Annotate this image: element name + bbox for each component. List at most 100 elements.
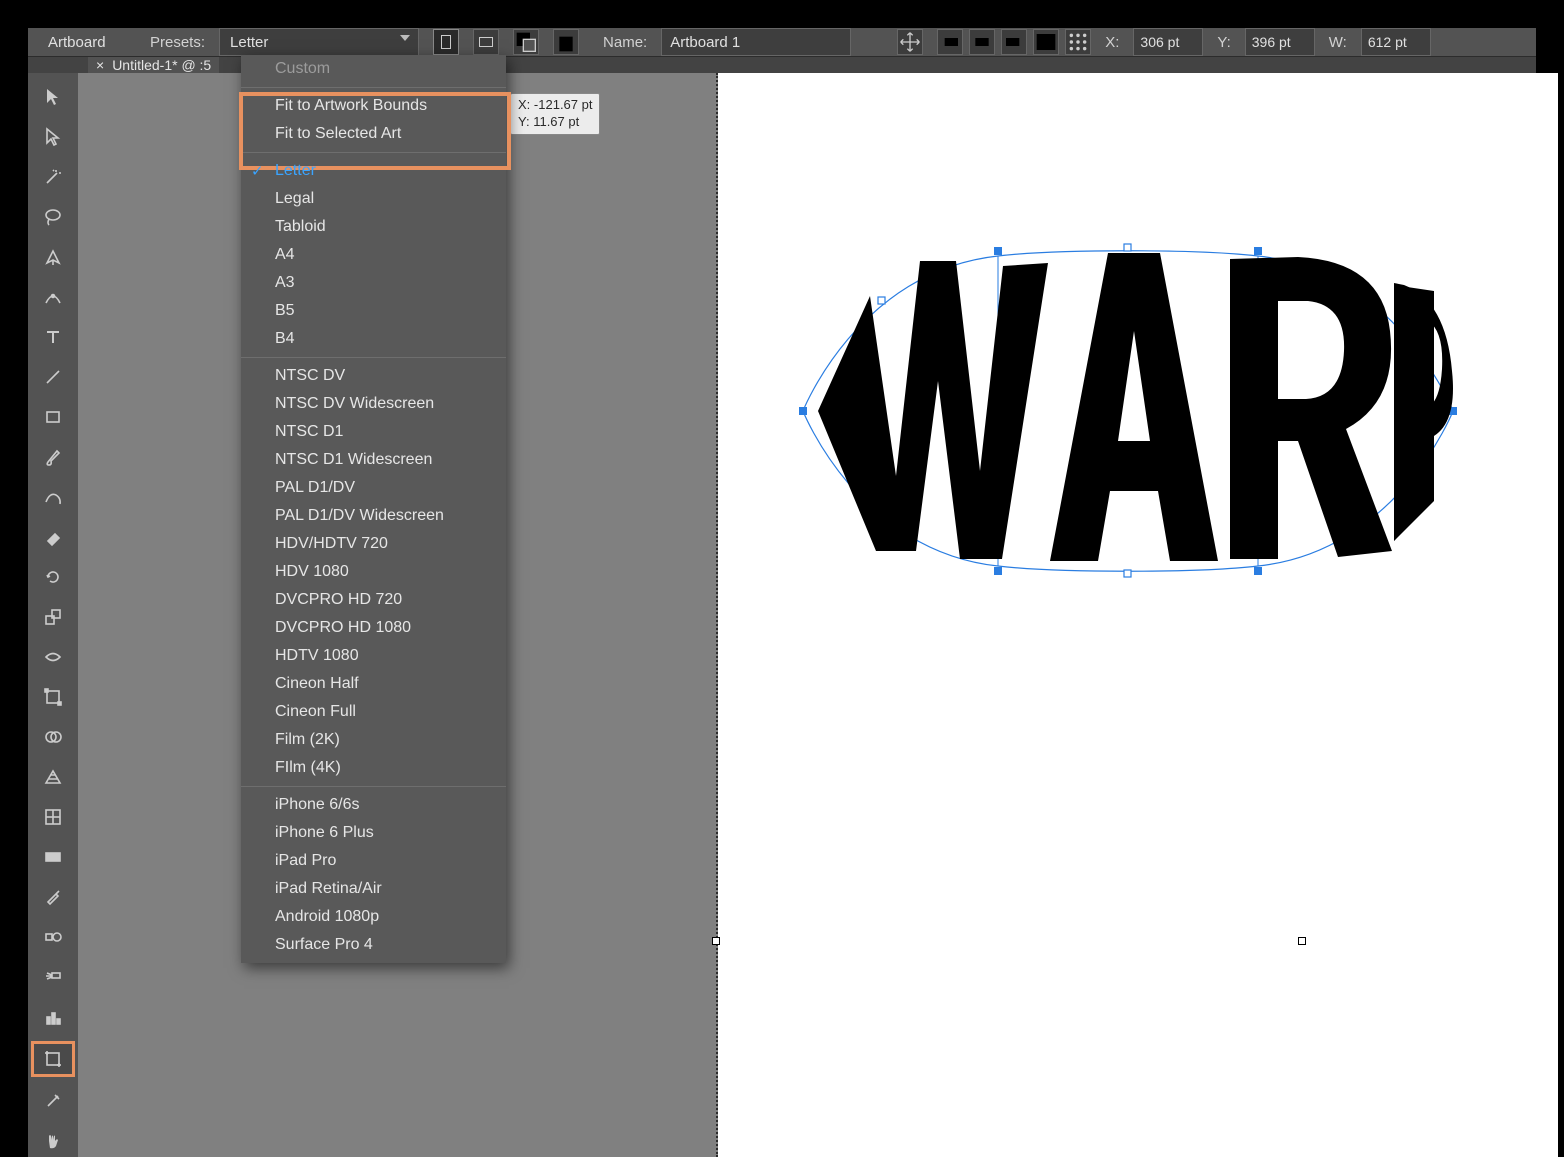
rectangle-tool[interactable] [37, 401, 69, 433]
dd-item-label: NTSC D1 [275, 423, 343, 440]
dd-item[interactable]: FIlm (4K) [241, 754, 506, 782]
magic-wand-tool[interactable] [37, 161, 69, 193]
x-input[interactable] [1133, 28, 1203, 56]
dd-item-label: HDTV 1080 [275, 647, 359, 664]
dd-item[interactable]: DVCPRO HD 720 [241, 586, 506, 614]
dd-item[interactable]: iPhone 6 Plus [241, 819, 506, 847]
line-tool[interactable] [37, 361, 69, 393]
dd-item[interactable]: Android 1080p [241, 903, 506, 931]
dd-item[interactable]: NTSC D1 Widescreen [241, 446, 506, 474]
align-hcenter-button[interactable] [969, 29, 995, 55]
artboard-name-input[interactable] [661, 28, 851, 56]
dd-item[interactable]: NTSC DV [241, 362, 506, 390]
align-group [937, 29, 1091, 55]
dd-item-label: Android 1080p [275, 908, 379, 925]
dd-item-fit-selected[interactable]: Fit to Selected Art [241, 120, 506, 148]
paintbrush-tool[interactable] [37, 441, 69, 473]
dd-item[interactable]: Tabloid [241, 213, 506, 241]
dd-item[interactable]: DVCPRO HD 1080 [241, 614, 506, 642]
rotate-tool[interactable] [37, 561, 69, 593]
portrait-icon [441, 35, 451, 49]
dd-item[interactable]: ✓Letter [241, 157, 506, 185]
eraser-tool[interactable] [37, 521, 69, 553]
divider [241, 87, 506, 88]
dd-item-label: HDV/HDTV 720 [275, 535, 388, 552]
dd-item[interactable]: NTSC DV Widescreen [241, 390, 506, 418]
artboard-page[interactable] [718, 73, 1558, 1157]
tip-x-label: X: [518, 97, 530, 112]
page-handle[interactable] [1298, 937, 1306, 945]
divider [241, 786, 506, 787]
y-input[interactable] [1245, 28, 1315, 56]
dd-item-label: DVCPRO HD 1080 [275, 619, 411, 636]
free-transform-tool[interactable] [37, 681, 69, 713]
reference-point-button[interactable] [1065, 29, 1091, 55]
warp-text-art[interactable] [798, 241, 1458, 571]
hand-tool[interactable] [37, 1125, 69, 1157]
scale-tool[interactable] [37, 601, 69, 633]
dd-item[interactable]: HDV 1080 [241, 558, 506, 586]
dd-item[interactable]: Surface Pro 4 [241, 931, 506, 959]
dd-item[interactable]: Cineon Half [241, 670, 506, 698]
align-right-button[interactable] [1001, 29, 1027, 55]
w-input[interactable] [1361, 28, 1431, 56]
dd-item-label: Letter [275, 162, 316, 179]
presets-selected-value: Letter [230, 34, 268, 51]
dd-item[interactable]: B5 [241, 297, 506, 325]
curvature-tool[interactable] [37, 281, 69, 313]
dd-item-label: B5 [275, 302, 295, 319]
tip-x-value: -121.67 pt [534, 97, 593, 112]
dd-item-custom[interactable]: Custom [241, 55, 506, 83]
shape-builder-tool[interactable] [37, 721, 69, 753]
dd-item[interactable]: NTSC D1 [241, 418, 506, 446]
dd-item[interactable]: iPad Pro [241, 847, 506, 875]
dd-item[interactable]: PAL D1/DV [241, 474, 506, 502]
mesh-tool[interactable] [37, 801, 69, 833]
orientation-portrait-button[interactable] [433, 29, 459, 55]
perspective-grid-tool[interactable] [37, 761, 69, 793]
gradient-tool[interactable] [37, 841, 69, 873]
dd-item[interactable]: iPhone 6/6s [241, 791, 506, 819]
presets-dropdown[interactable]: Letter [219, 28, 419, 56]
artboard-tool[interactable] [31, 1041, 75, 1077]
dd-item[interactable]: Cineon Full [241, 698, 506, 726]
type-tool[interactable] [37, 321, 69, 353]
dd-item-label: B4 [275, 330, 295, 347]
pencil-tool[interactable] [37, 481, 69, 513]
symbol-sprayer-tool[interactable] [37, 961, 69, 993]
move-with-artboard-button[interactable] [897, 29, 923, 55]
w-label: W: [1329, 34, 1347, 51]
artboard-options-button[interactable] [1033, 29, 1059, 55]
lasso-tool[interactable] [37, 201, 69, 233]
page-handle[interactable] [712, 937, 720, 945]
align-hcenter-icon [970, 30, 994, 54]
blend-tool[interactable] [37, 921, 69, 953]
dd-item-label: PAL D1/DV Widescreen [275, 507, 444, 524]
dd-item[interactable]: HDV/HDTV 720 [241, 530, 506, 558]
dd-item[interactable]: Film (2K) [241, 726, 506, 754]
width-tool[interactable] [37, 641, 69, 673]
canvas[interactable]: X: -121.67 pt Y: 11.67 pt Custom Fit to … [78, 73, 1536, 1157]
orientation-landscape-button[interactable] [473, 29, 499, 55]
eyedropper-tool[interactable] [37, 881, 69, 913]
document-tab[interactable]: × Untitled-1* @ :5 [88, 57, 219, 73]
dd-item[interactable]: B4 [241, 325, 506, 353]
dd-item-label: A4 [275, 246, 295, 263]
dd-item[interactable]: PAL D1/DV Widescreen [241, 502, 506, 530]
dd-item[interactable]: Legal [241, 185, 506, 213]
align-left-button[interactable] [937, 29, 963, 55]
dd-item[interactable]: A3 [241, 269, 506, 297]
delete-artboard-button[interactable] [553, 29, 579, 55]
direct-selection-tool[interactable] [37, 121, 69, 153]
main-workspace: X: -121.67 pt Y: 11.67 pt Custom Fit to … [28, 73, 1536, 1157]
pen-tool[interactable] [37, 241, 69, 273]
close-tab-icon[interactable]: × [96, 57, 104, 73]
dd-item-fit-artwork[interactable]: Fit to Artwork Bounds [241, 92, 506, 120]
dd-item[interactable]: A4 [241, 241, 506, 269]
selection-tool[interactable] [37, 81, 69, 113]
slice-tool[interactable] [37, 1085, 69, 1117]
dd-item[interactable]: iPad Retina/Air [241, 875, 506, 903]
column-graph-tool[interactable] [37, 1001, 69, 1033]
new-artboard-button[interactable] [513, 29, 539, 55]
dd-item[interactable]: HDTV 1080 [241, 642, 506, 670]
